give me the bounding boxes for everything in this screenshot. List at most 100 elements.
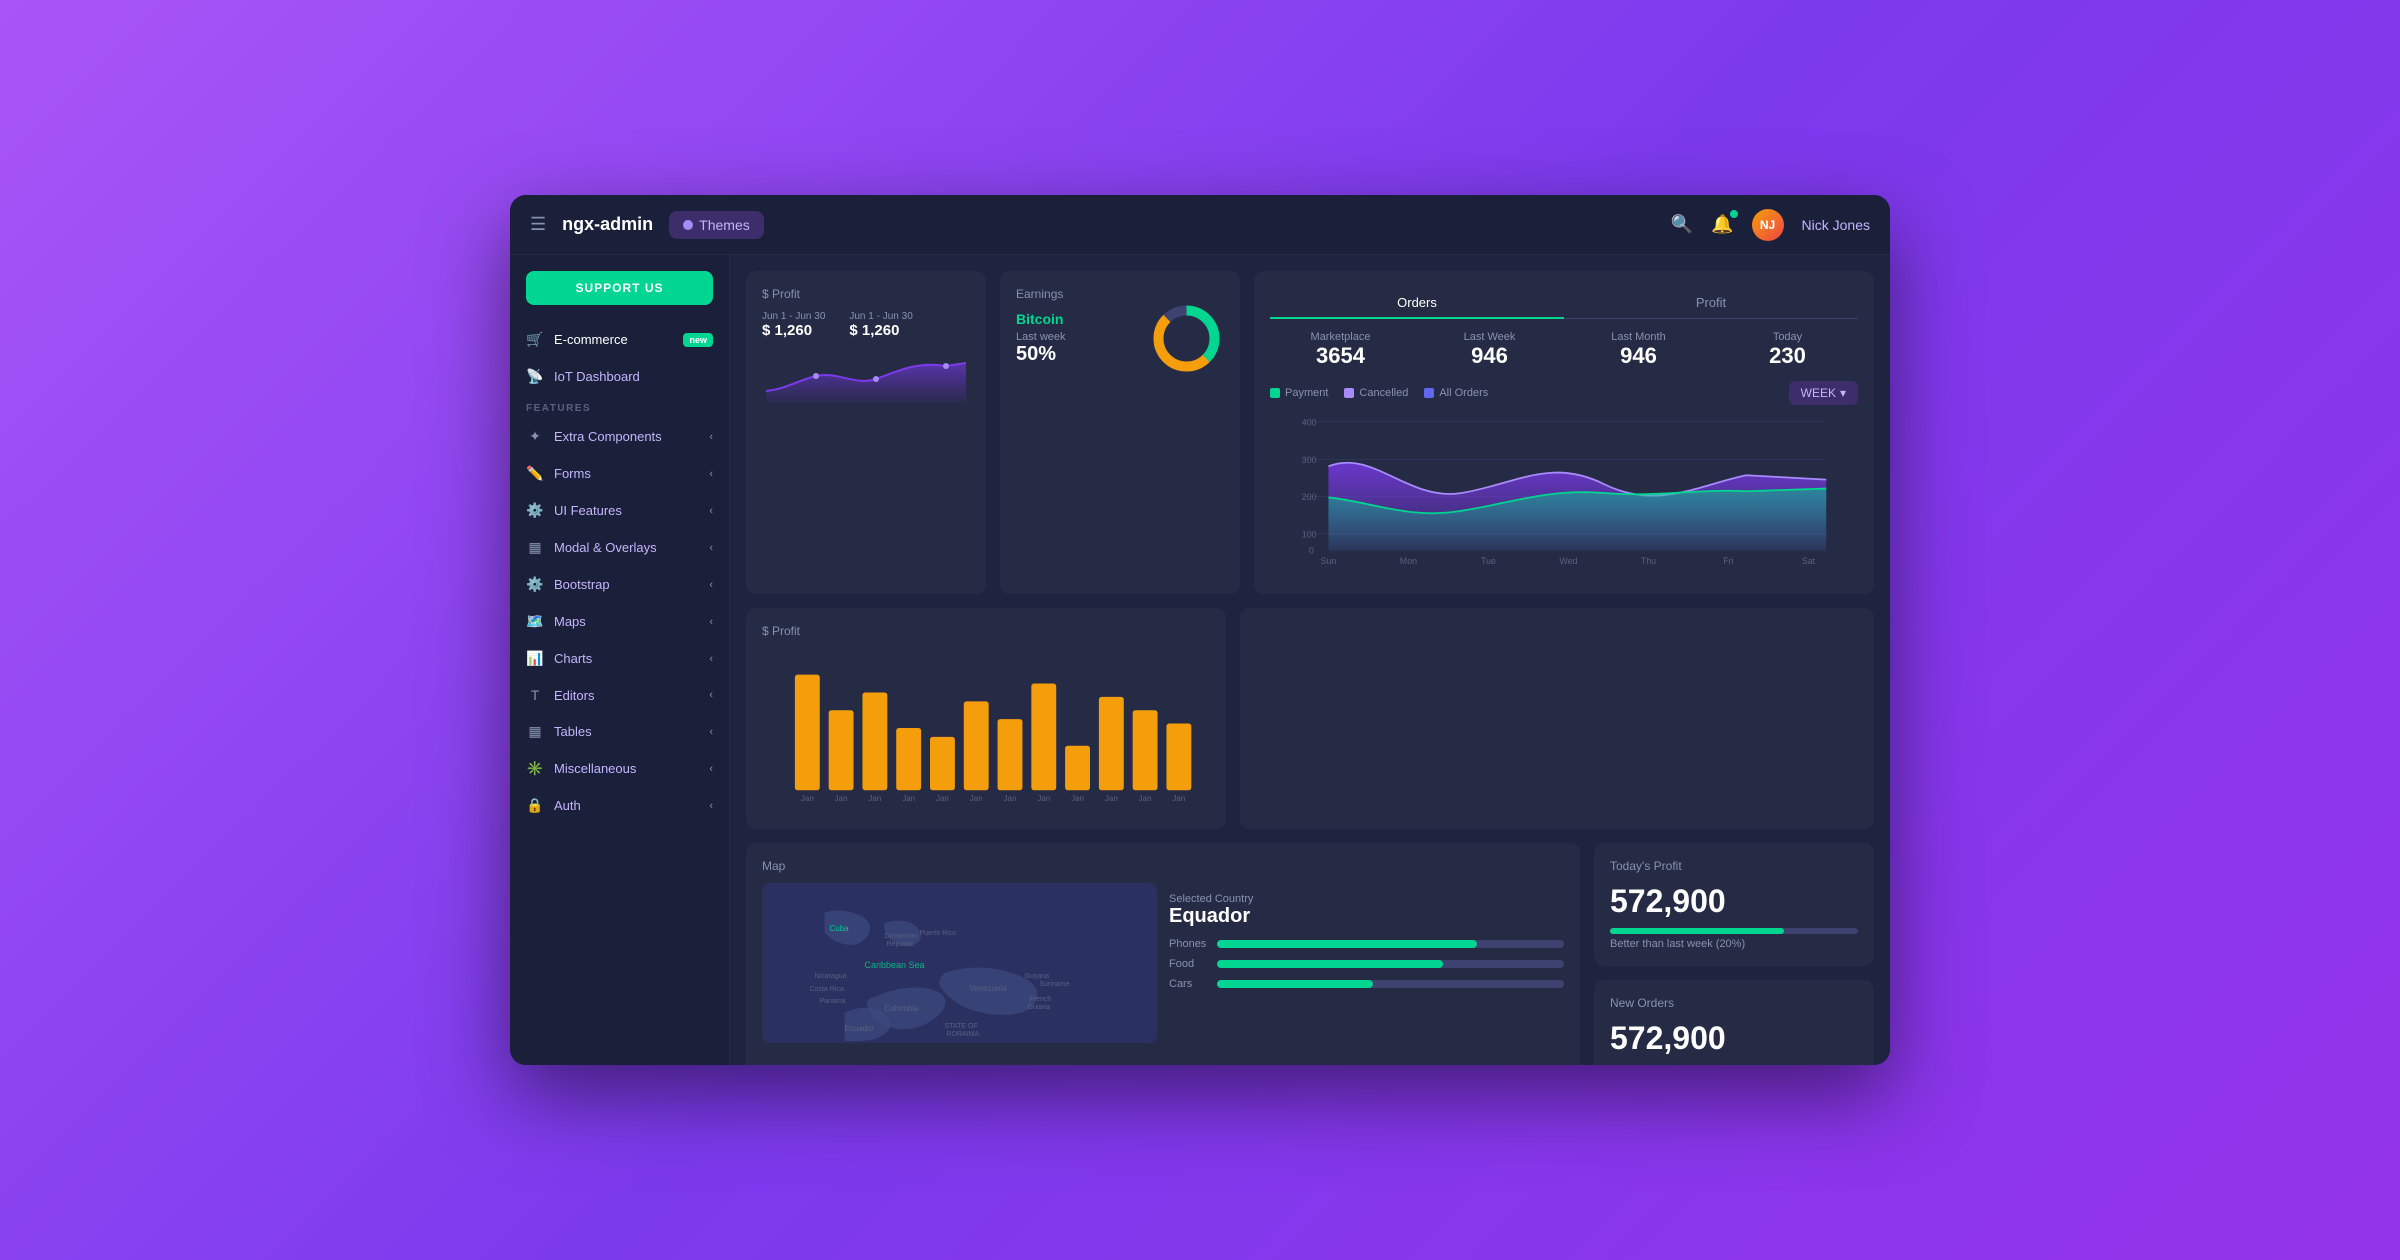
map-card: Map Cuba Dominican Republic P — [746, 843, 1580, 1065]
svg-text:300: 300 — [1302, 455, 1317, 465]
chevron-icon: ‹ — [709, 468, 713, 480]
stat-label: Today — [1717, 331, 1858, 343]
avatar[interactable]: NJ — [1752, 209, 1784, 241]
stat-marketplace: Marketplace 3654 — [1270, 331, 1411, 369]
svg-text:Jan: Jan — [1037, 794, 1050, 803]
svg-text:Nicaragua: Nicaragua — [815, 973, 847, 980]
donut-chart — [1149, 301, 1224, 381]
charts-icon: 📊 — [526, 650, 544, 667]
tab-profit[interactable]: Profit — [1564, 287, 1858, 318]
sidebar-item-editors[interactable]: T Editors ‹ — [510, 677, 729, 713]
profit-mini-card: $ Profit Jun 1 - Jun 30 $ 1,260 Jun 1 - … — [746, 271, 986, 594]
sidebar-item-label: Auth — [554, 798, 699, 813]
themes-dot — [683, 220, 693, 230]
profit-mini-chart — [762, 351, 970, 401]
themes-button[interactable]: Themes — [669, 211, 764, 239]
star-icon: ✦ — [526, 428, 544, 445]
brand-name: ngx-admin — [562, 214, 653, 235]
sidebar-item-bootstrap[interactable]: ⚙️ Bootstrap ‹ — [510, 566, 729, 603]
stat-lastmonth: Last Month 946 — [1568, 331, 1709, 369]
themes-label: Themes — [699, 217, 750, 233]
stat-label: Last Month — [1568, 331, 1709, 343]
sidebar-item-label: E-commerce — [554, 332, 673, 347]
chevron-icon: ‹ — [709, 800, 713, 812]
svg-text:Costa Rica: Costa Rica — [810, 986, 844, 993]
stat-bar-bg — [1217, 940, 1564, 948]
sidebar: SUPPORT US 🛒 E-commerce new 📡 IoT Dashbo… — [510, 255, 730, 1065]
week-button[interactable]: WEEK ▾ — [1789, 381, 1858, 405]
svg-text:Jan: Jan — [936, 794, 949, 803]
main-layout: SUPPORT US 🛒 E-commerce new 📡 IoT Dashbo… — [510, 255, 1890, 1065]
svg-text:Republic: Republic — [887, 941, 915, 948]
map-title: Map — [762, 859, 1564, 873]
svg-text:RORAIMA: RORAIMA — [947, 1031, 980, 1038]
legend-allorders: All Orders — [1424, 387, 1488, 399]
sidebar-item-ecommerce[interactable]: 🛒 E-commerce new — [510, 321, 729, 358]
new-badge: new — [683, 333, 713, 347]
sidebar-item-tables[interactable]: ▦ Tables ‹ — [510, 713, 729, 750]
search-icon[interactable]: 🔍 — [1671, 214, 1693, 235]
legend-dot — [1270, 388, 1280, 398]
svg-text:Jan: Jan — [1139, 794, 1152, 803]
svg-text:Jan: Jan — [970, 794, 983, 803]
row1: $ Profit Jun 1 - Jun 30 $ 1,260 Jun 1 - … — [746, 271, 1874, 594]
legend-label: All Orders — [1439, 387, 1488, 399]
sidebar-item-auth[interactable]: 🔒 Auth ‹ — [510, 787, 729, 824]
stat-phones: Phones — [1169, 938, 1564, 950]
country-label: Selected Country — [1169, 893, 1564, 905]
sidebar-item-modal[interactable]: ▦ Modal & Overlays ‹ — [510, 529, 729, 566]
chart-legend: Payment Cancelled All Orders WEEK ▾ — [1270, 381, 1858, 405]
stat-label: Cars — [1169, 978, 1209, 990]
today-profit-progress-fill — [1610, 928, 1784, 934]
legend-label: Payment — [1285, 387, 1328, 399]
sidebar-item-misc[interactable]: ✳️ Miscellaneous ‹ — [510, 750, 729, 787]
sidebar-item-label: IoT Dashboard — [554, 369, 713, 384]
sidebar-item-extra-components[interactable]: ✦ Extra Components ‹ — [510, 418, 729, 455]
stat-food: Food — [1169, 958, 1564, 970]
svg-text:100: 100 — [1302, 529, 1317, 539]
hamburger-icon[interactable]: ☰ — [530, 214, 546, 235]
notifications-icon[interactable]: 🔔 — [1711, 214, 1733, 235]
tab-orders[interactable]: Orders — [1270, 287, 1564, 318]
svg-text:STATE OF: STATE OF — [945, 1023, 978, 1030]
svg-text:Jan: Jan — [1071, 794, 1084, 803]
chevron-icon: ‹ — [709, 653, 713, 665]
sidebar-item-maps[interactable]: 🗺️ Maps ‹ — [510, 603, 729, 640]
orders-card: Orders Profit Marketplace 3654 Last Week… — [1254, 271, 1874, 594]
stat-label: Marketplace — [1270, 331, 1411, 343]
stat-value: 946 — [1568, 343, 1709, 369]
profit-date-col-2: Jun 1 - Jun 30 $ 1,260 — [849, 311, 912, 339]
svg-text:Wed: Wed — [1559, 556, 1577, 566]
sidebar-item-iot[interactable]: 📡 IoT Dashboard — [510, 358, 729, 395]
sidebar-item-label: Miscellaneous — [554, 761, 699, 776]
svg-text:Sat: Sat — [1802, 556, 1816, 566]
sidebar-item-ui-features[interactable]: ⚙️ UI Features ‹ — [510, 492, 729, 529]
today-profit-value: 572,900 — [1610, 883, 1858, 920]
right-panel: Today's Profit 572,900 Better than last … — [1594, 843, 1874, 1065]
forms-icon: ✏️ — [526, 465, 544, 482]
profit-mini-dates: Jun 1 - Jun 30 $ 1,260 Jun 1 - Jun 30 $ … — [762, 311, 970, 339]
maps-icon: 🗺️ — [526, 613, 544, 630]
sidebar-item-label: UI Features — [554, 503, 699, 518]
today-profit-progress-bg — [1610, 928, 1858, 934]
profit-bar-chart: Jan Jan Jan Jan Jan Jan Jan Jan Jan Jan … — [762, 648, 1210, 808]
sidebar-item-charts[interactable]: 📊 Charts ‹ — [510, 640, 729, 677]
legend-dot — [1344, 388, 1354, 398]
stat-value: 230 — [1717, 343, 1858, 369]
svg-text:Cuba: Cuba — [830, 924, 850, 933]
profit-date-label-1: Jun 1 - Jun 30 — [762, 311, 825, 322]
svg-text:Dominican: Dominican — [885, 933, 918, 940]
misc-icon: ✳️ — [526, 760, 544, 777]
iot-icon: 📡 — [526, 368, 544, 385]
map-visual: Cuba Dominican Republic Puerto Rico Cari… — [762, 883, 1157, 1043]
support-button[interactable]: SUPPORT US — [526, 271, 713, 305]
chevron-icon: ‹ — [709, 431, 713, 443]
svg-text:Jan: Jan — [801, 794, 814, 803]
bootstrap-icon: ⚙️ — [526, 576, 544, 593]
app-window: ☰ ngx-admin Themes 🔍 🔔 NJ Nick Jones SUP… — [510, 195, 1890, 1065]
today-profit-title: Today's Profit — [1610, 859, 1858, 873]
sidebar-item-label: Maps — [554, 614, 699, 629]
ecommerce-icon: 🛒 — [526, 331, 544, 348]
sidebar-item-forms[interactable]: ✏️ Forms ‹ — [510, 455, 729, 492]
svg-text:Guyana: Guyana — [1025, 973, 1050, 980]
